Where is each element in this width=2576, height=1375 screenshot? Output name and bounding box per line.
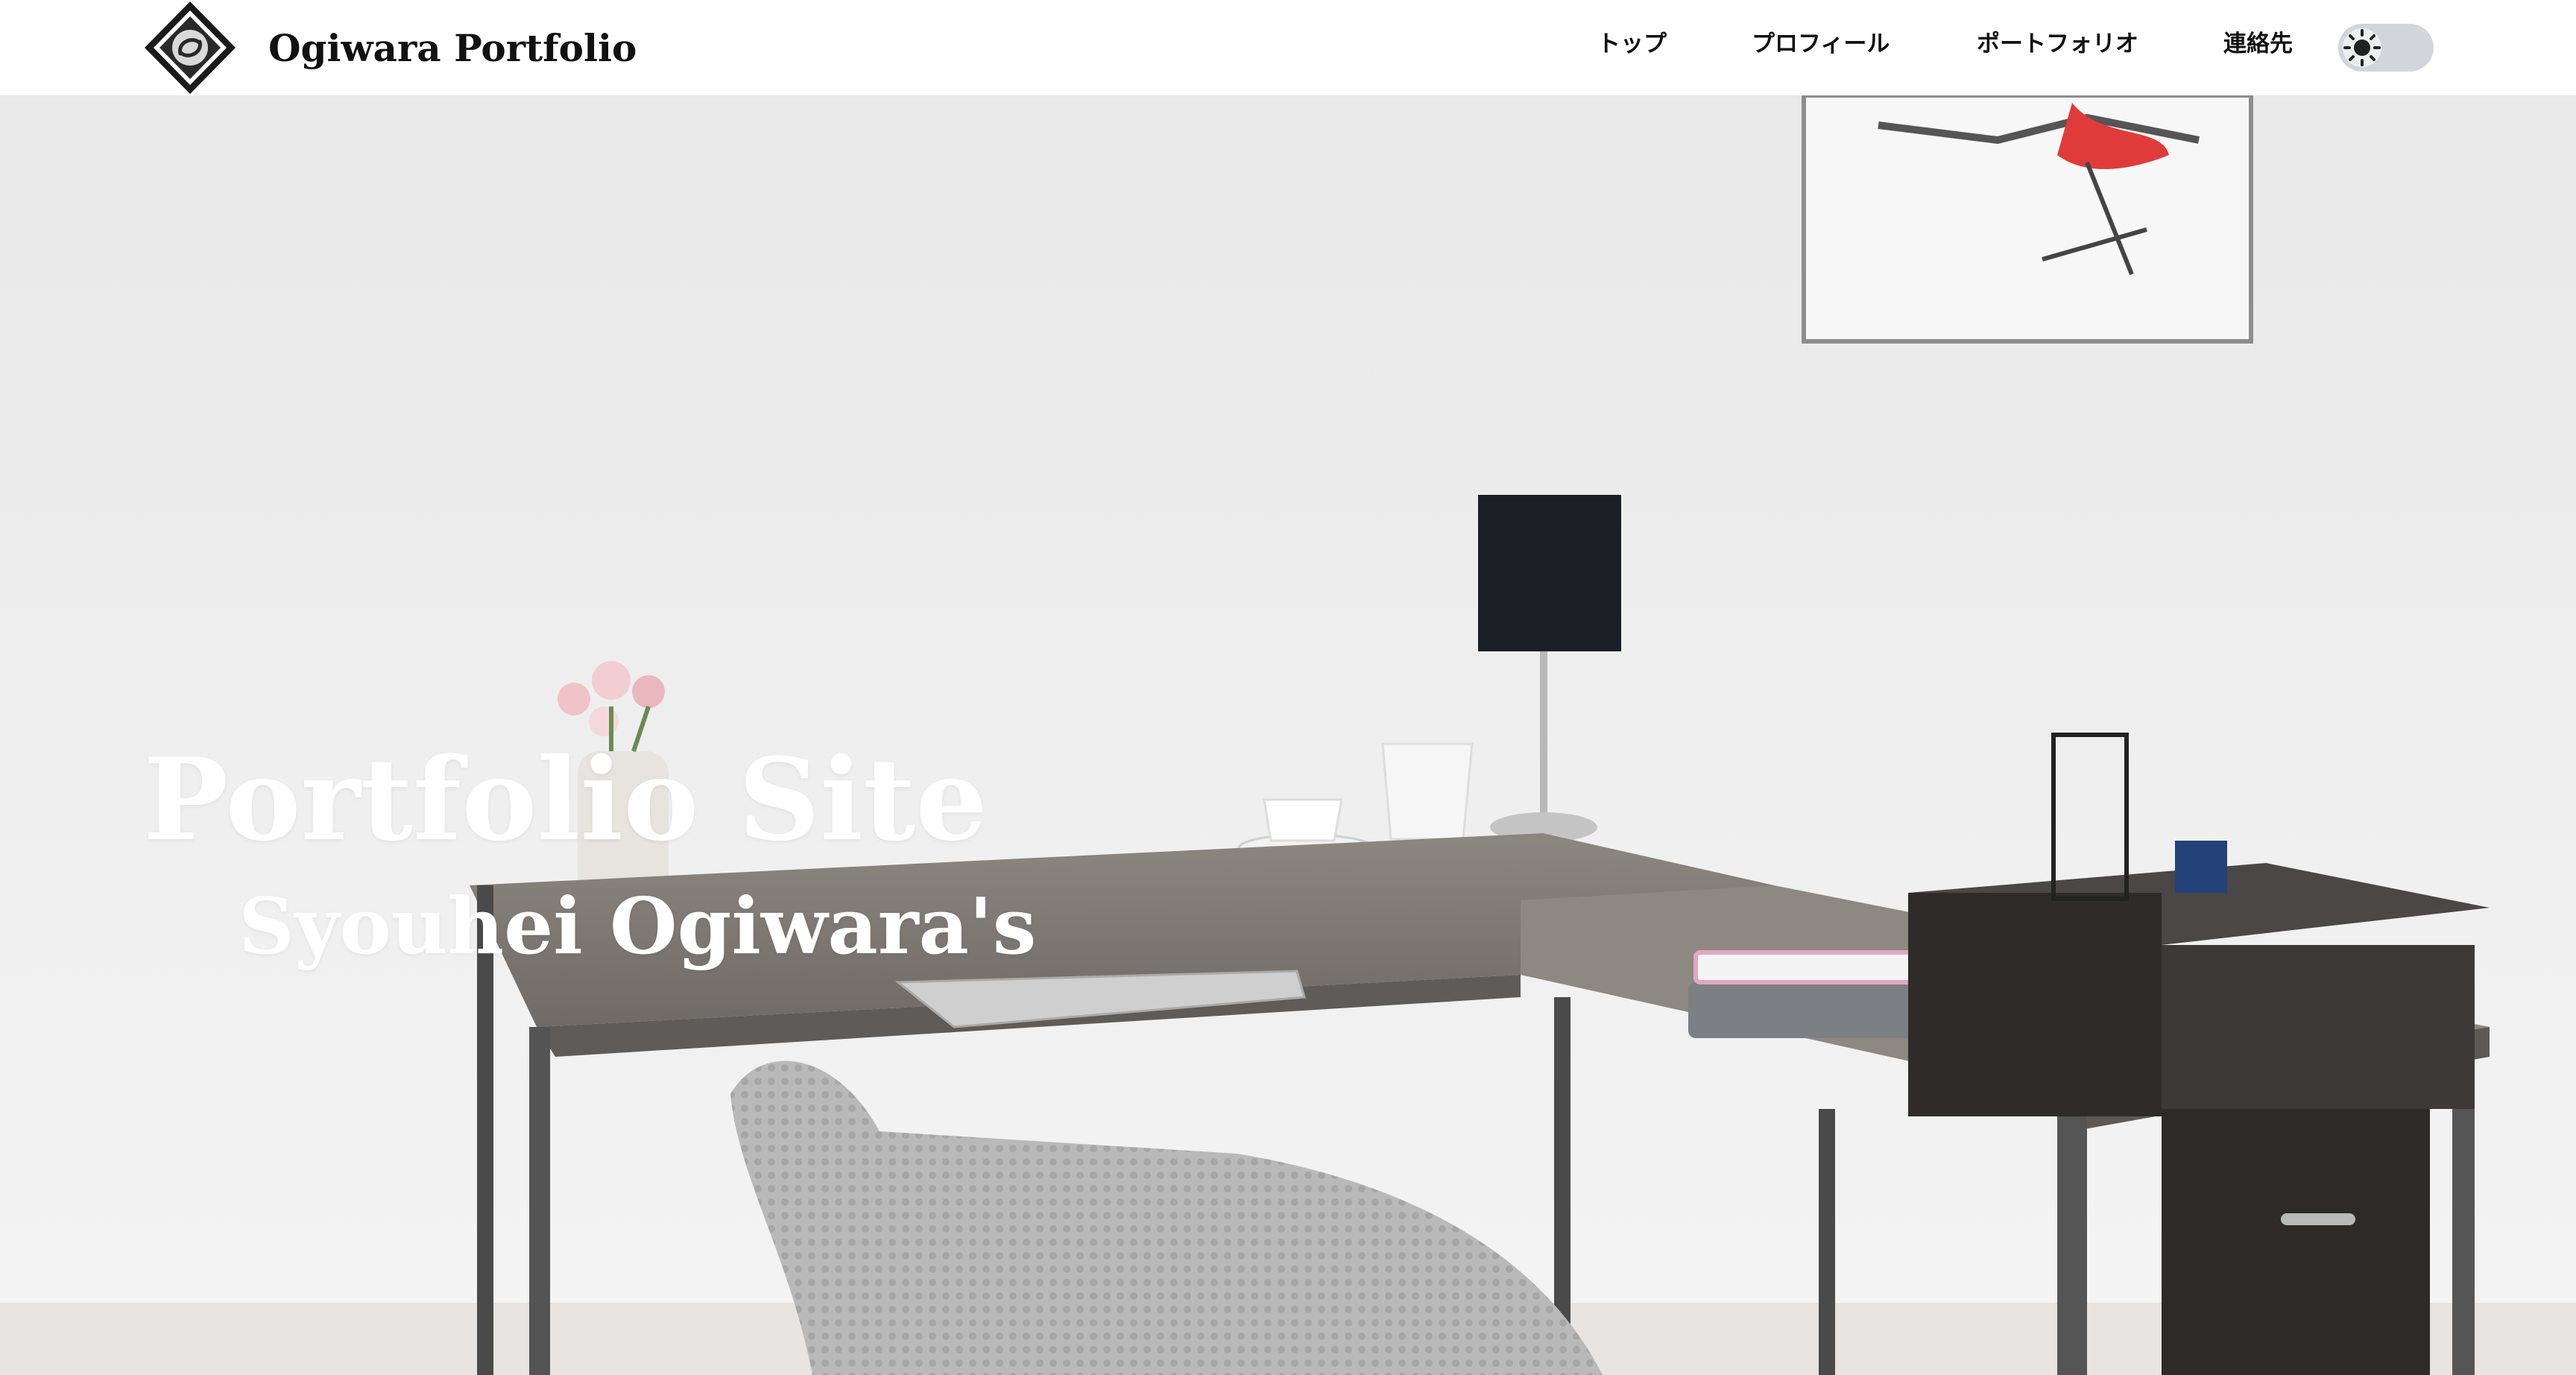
site-title[interactable]: Ogiwara Portfolio: [268, 22, 637, 75]
nav-item-top[interactable]: トップ: [1597, 25, 1667, 63]
hero-title: Portfolio Site: [143, 733, 988, 866]
diamond-logo-icon[interactable]: [142, 0, 239, 95]
theme-toggle[interactable]: [2338, 24, 2434, 72]
sun-icon: [2341, 27, 2383, 69]
nav-item-contact[interactable]: 連絡先: [2223, 25, 2293, 63]
nav-item-profile[interactable]: プロフィール: [1752, 25, 1890, 63]
site-header: Ogiwara Portfolio トップ プロフィール ポートフォリオ 連絡先: [0, 0, 2576, 95]
hero-subtitle: Syouhei Ogiwara's: [239, 880, 1037, 972]
nav-item-portfolio[interactable]: ポートフォリオ: [1977, 25, 2138, 63]
hero-section: Portfolio Site Syouhei Ogiwara's: [0, 95, 2576, 1375]
